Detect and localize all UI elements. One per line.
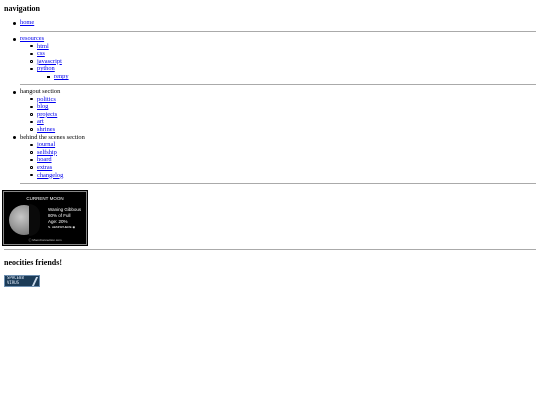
nav-list-sections: hangout section politics blog projects a… [13, 88, 536, 180]
hangout-sublist: politics blog projects art shrines [20, 96, 536, 134]
html-link[interactable]: html [37, 43, 49, 50]
nav-list-home: home [13, 19, 536, 27]
nav-subitem-shrines: shrines [30, 126, 536, 134]
nav-subitem-html: html [30, 43, 536, 51]
nav-subitem-changelog: changelog [30, 172, 536, 180]
moon-widget-credit: ⓒ MoonConnection.com [28, 238, 62, 242]
divider [20, 84, 536, 85]
nav-item-resources: resources html css javascript python ren… [13, 35, 536, 81]
nav-item-behind-the-scenes: behind the scenes section journal selfsh… [13, 133, 536, 180]
python-sublist: renpy [37, 73, 536, 81]
python-link[interactable]: python [37, 65, 55, 72]
behind-the-scenes-sublist: journal selfship hoard extras changelog [20, 141, 536, 179]
javascript-link[interactable]: javascript [37, 58, 62, 65]
nav-subitem-selfship: selfship [30, 149, 536, 157]
projects-link[interactable]: projects [37, 111, 57, 118]
nav-subitem-hoard: hoard [30, 156, 536, 164]
politics-link[interactable]: politics [37, 96, 56, 103]
moon-percent-full: 80% of Full [48, 213, 71, 218]
renpy-link[interactable]: renpy [54, 73, 69, 80]
divider [20, 183, 536, 184]
hoard-link[interactable]: hoard [37, 156, 52, 163]
hangout-section-label: hangout section [20, 88, 61, 95]
extras-link[interactable]: extras [37, 164, 52, 171]
divider [20, 31, 536, 32]
nav-subitem-art: art [30, 118, 536, 126]
behind-the-scenes-label: behind the scenes section [20, 133, 85, 141]
moon-phase-text: Waning Gibbous [48, 207, 82, 212]
nav-item-hangout: hangout section politics blog projects a… [13, 88, 536, 134]
friend-badge-text: SPACE88 VIRUS [7, 275, 24, 285]
home-link[interactable]: home [20, 19, 34, 26]
neocities-friends-heading: neocities friends! [4, 258, 62, 267]
divider [4, 249, 536, 250]
nav-subitem-css: css [30, 50, 536, 58]
nav-subitem-journal: journal [30, 141, 536, 149]
nav-subitem-python: python renpy [30, 65, 536, 81]
css-link[interactable]: css [37, 50, 45, 57]
moon-hemisphere: N. HEMISPHERE ◉ [48, 225, 76, 229]
blog-link[interactable]: blog [37, 103, 48, 110]
nav-list-resources: resources html css javascript python ren… [13, 35, 536, 81]
nav-subitem-projects: projects [30, 111, 536, 119]
resources-sublist: html css javascript python renpy [20, 43, 536, 81]
nav-subitem-renpy: renpy [47, 73, 536, 81]
art-link[interactable]: art [37, 118, 44, 125]
journal-link[interactable]: journal [37, 141, 55, 148]
shrines-link[interactable]: shrines [37, 126, 55, 133]
moon-widget-title: CURRENT MOON [26, 196, 64, 201]
current-moon-widget[interactable]: CURRENT MOON Waning Gibbous 80% of Full … [2, 190, 88, 246]
nav-subitem-politics: politics [30, 96, 536, 104]
nav-item-home: home [13, 19, 536, 27]
nav-subitem-javascript: javascript [30, 58, 536, 66]
changelog-link[interactable]: changelog [37, 172, 63, 179]
moon-age: Age: 20% [48, 219, 68, 224]
moon-phase-icon [9, 204, 40, 236]
selfship-link[interactable]: selfship [37, 149, 57, 156]
navigation-heading: navigation [4, 4, 41, 13]
nav-subitem-extras: extras [30, 164, 536, 172]
nav-subitem-blog: blog [30, 103, 536, 111]
friend-site-badge[interactable]: SPACE88 VIRUS [4, 275, 40, 287]
resources-link[interactable]: resources [20, 35, 44, 42]
